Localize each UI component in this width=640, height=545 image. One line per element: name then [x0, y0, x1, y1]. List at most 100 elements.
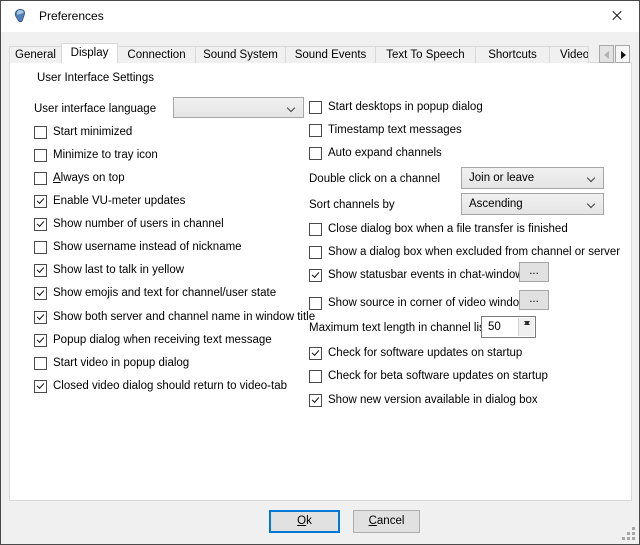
checkmark-icon [37, 265, 45, 273]
scroll-right-icon [621, 51, 626, 59]
statusbar-events-row[interactable]: Show statusbar events in chat-window [309, 267, 524, 283]
checkbox[interactable] [34, 287, 47, 300]
checkbox[interactable] [309, 297, 322, 310]
checkbox[interactable] [34, 311, 47, 324]
checkbox-row[interactable]: Show last to talk in yellow [34, 262, 184, 278]
checkmark-icon [37, 196, 45, 204]
checkbox-label: Show last to talk in yellow [53, 264, 184, 276]
double-click-combobox[interactable]: Join or leave [461, 167, 604, 189]
checkbox-row[interactable]: Show new version available in dialog box [309, 392, 538, 408]
max-text-length-spinbox[interactable]: 50 [481, 316, 536, 338]
checkbox-row[interactable]: Check for beta software updates on start… [309, 368, 548, 384]
checkbox-row[interactable]: Check for software updates on startup [309, 345, 522, 361]
title-bar[interactable]: Preferences [1, 1, 639, 32]
sort-channels-row: Sort channels by [309, 197, 395, 213]
checkbox-row[interactable]: Show emojis and text for channel/user st… [34, 285, 276, 301]
checkbox-row[interactable]: Close dialog box when a file transfer is… [309, 221, 568, 237]
checkbox[interactable] [34, 264, 47, 277]
video-source-row[interactable]: Show source in corner of video window [309, 295, 527, 311]
checkbox-label: Show statusbar events in chat-window [328, 269, 524, 281]
checkbox[interactable] [34, 172, 47, 185]
checkmark-icon [312, 395, 320, 403]
ok-button[interactable]: Ok [269, 510, 340, 533]
checkbox[interactable] [34, 218, 47, 231]
checkbox[interactable] [309, 124, 322, 137]
tab-general[interactable]: General [9, 46, 62, 63]
cancel-button[interactable]: Cancel [353, 510, 420, 533]
checkbox-row[interactable]: Always on top [34, 170, 125, 186]
tab-shortcuts[interactable]: Shortcuts [475, 46, 550, 63]
double-click-label: Double click on a channel [309, 173, 440, 185]
double-click-row: Double click on a channel [309, 171, 440, 187]
max-text-length-row: Maximum text length in channel list [309, 320, 488, 336]
window-title: Preferences [39, 1, 104, 32]
checkbox[interactable] [309, 101, 322, 114]
checkbox-label: Closed video dialog should return to vid… [53, 380, 287, 392]
sort-channels-value: Ascending [469, 194, 523, 214]
checkbox[interactable] [309, 269, 322, 282]
preferences-dialog: Preferences General Display Connection S… [0, 0, 640, 545]
checkbox-row[interactable]: Popup dialog when receiving text message [34, 332, 272, 348]
tab-sound-events[interactable]: Sound Events [285, 46, 376, 63]
checkbox-row[interactable]: Auto expand channels [309, 145, 442, 161]
checkbox-label: Close dialog box when a file transfer is… [328, 223, 568, 235]
app-icon [12, 8, 28, 24]
close-button[interactable] [594, 1, 639, 31]
checkbox-label: Check for software updates on startup [328, 347, 522, 359]
language-row: User interface language [34, 101, 156, 117]
checkbox[interactable] [309, 347, 322, 360]
checkbox[interactable] [309, 394, 322, 407]
checkbox-row[interactable]: Closed video dialog should return to vid… [34, 378, 287, 394]
checkbox-row[interactable]: Minimize to tray icon [34, 147, 158, 163]
checkbox-label: Show both server and channel name in win… [53, 311, 315, 323]
checkbox-label: Show number of users in channel [53, 218, 224, 230]
checkbox-label: Check for beta software updates on start… [328, 370, 548, 382]
checkbox[interactable] [34, 195, 47, 208]
checkbox[interactable] [309, 246, 322, 259]
max-text-length-value[interactable]: 50 [488, 317, 501, 337]
sort-channels-combobox[interactable]: Ascending [461, 193, 604, 215]
checkbox-label: Always on top [53, 172, 125, 184]
checkbox-label: Show new version available in dialog box [328, 394, 538, 406]
checkbox-row[interactable]: Start video in popup dialog [34, 355, 189, 371]
statusbar-events-more-button[interactable]: ... [519, 262, 549, 282]
checkbox[interactable] [309, 223, 322, 236]
checkbox-label: Start minimized [53, 126, 132, 138]
checkbox-row[interactable]: Show a dialog box when excluded from cha… [309, 244, 620, 260]
checkbox[interactable] [34, 126, 47, 139]
tab-display[interactable]: Display [61, 43, 118, 63]
tab-sound-system[interactable]: Sound System [195, 46, 286, 63]
tab-text-to-speech[interactable]: Text To Speech [375, 46, 476, 63]
checkbox-row[interactable]: Timestamp text messages [309, 122, 462, 138]
checkbox-label: Enable VU-meter updates [53, 195, 185, 207]
chevron-down-icon [587, 174, 595, 182]
sort-channels-label: Sort channels by [309, 199, 395, 211]
checkbox-row[interactable]: Show number of users in channel [34, 216, 224, 232]
checkbox[interactable] [309, 147, 322, 160]
video-source-more-button[interactable]: ... [519, 290, 549, 310]
checkbox-label: Minimize to tray icon [53, 149, 158, 161]
tab-connection[interactable]: Connection [117, 46, 196, 63]
language-label: User interface language [34, 103, 156, 115]
checkbox[interactable] [34, 334, 47, 347]
checkbox[interactable] [34, 380, 47, 393]
chevron-down-icon [587, 200, 595, 208]
tab-scroll-buttons [598, 45, 630, 63]
checkbox-label: Show source in corner of video window [328, 297, 527, 309]
language-combobox[interactable] [173, 97, 304, 118]
scroll-left-icon [604, 51, 609, 59]
checkbox[interactable] [34, 241, 47, 254]
checkbox[interactable] [34, 149, 47, 162]
resize-grip[interactable] [632, 537, 635, 540]
checkbox-row[interactable]: Enable VU-meter updates [34, 193, 185, 209]
tab-scroll-right-button[interactable] [615, 45, 630, 63]
tab-video[interactable]: Video [549, 46, 589, 63]
tab-scroll-left-button[interactable] [599, 45, 614, 63]
max-text-length-label: Maximum text length in channel list [309, 322, 488, 334]
checkbox[interactable] [309, 370, 322, 383]
checkbox-row[interactable]: Start desktops in popup dialog [309, 99, 483, 115]
checkbox-row[interactable]: Start minimized [34, 124, 132, 140]
checkbox[interactable] [34, 357, 47, 370]
checkbox-row[interactable]: Show username instead of nickname [34, 239, 242, 255]
checkbox-row[interactable]: Show both server and channel name in win… [34, 309, 315, 325]
